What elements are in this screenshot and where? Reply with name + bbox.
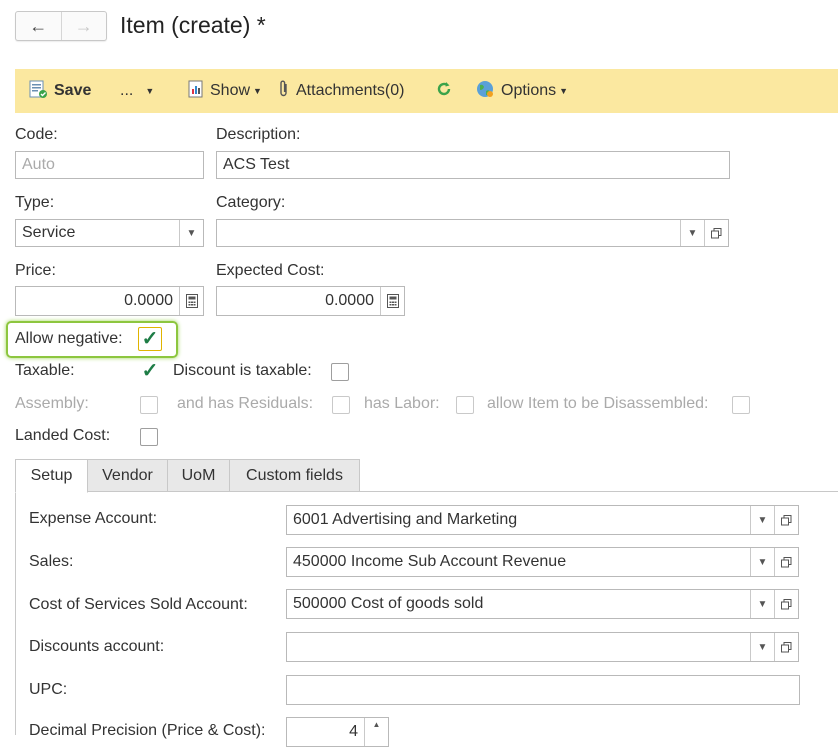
options-label: Options (501, 82, 557, 99)
expected-cost-field[interactable]: 0.0000 (216, 286, 405, 316)
more-actions-button[interactable]: ... ▼ (120, 69, 154, 113)
expected-cost-label: Expected Cost: (216, 262, 325, 279)
checkmark-icon: ✓ (141, 328, 159, 350)
report-icon (188, 80, 204, 103)
forward-arrow-icon[interactable]: → (62, 12, 107, 40)
calculator-icon[interactable] (179, 287, 203, 315)
cost-of-services-select[interactable]: 500000 Cost of goods sold ▼ (286, 589, 799, 619)
discount-taxable-checkbox[interactable] (331, 363, 349, 381)
sales-account-label: Sales: (29, 553, 74, 570)
open-lookup-icon[interactable] (704, 220, 728, 246)
description-label: Description: (216, 126, 301, 143)
open-lookup-icon[interactable] (774, 506, 798, 534)
discounts-account-label: Discounts account: (29, 638, 165, 655)
allow-disassembled-checkbox (732, 396, 750, 414)
code-placeholder: Auto (22, 156, 55, 173)
dropdown-arrow-icon[interactable]: ▼ (179, 220, 203, 246)
description-value: ACS Test (223, 156, 290, 173)
dropdown-arrow-icon[interactable]: ▼ (750, 633, 774, 661)
save-button[interactable]: Save (28, 69, 91, 113)
dropdown-arrow-icon[interactable]: ▼ (680, 220, 704, 246)
type-value: Service (22, 224, 76, 241)
show-menu-button[interactable]: Show ▼ (188, 69, 262, 113)
code-label: Code: (15, 126, 58, 143)
taxable-checkbox[interactable]: ✓ (141, 360, 159, 382)
landed-cost-label: Landed Cost: (15, 427, 111, 444)
open-lookup-icon[interactable] (774, 548, 798, 576)
spin-up-icon[interactable]: ▲ (364, 718, 388, 746)
expense-account-select[interactable]: 6001 Advertising and Marketing ▼ (286, 505, 799, 535)
attachments-label: Attachments(0) (296, 82, 405, 99)
checkmark-icon: ✓ (141, 360, 159, 382)
refresh-button[interactable] (435, 69, 453, 113)
open-lookup-icon[interactable] (774, 590, 798, 618)
tab-setup[interactable]: Setup (15, 459, 88, 493)
decimal-precision-label: Decimal Precision (Price & Cost): (29, 722, 266, 739)
upc-field[interactable] (286, 675, 800, 705)
open-lookup-icon[interactable] (774, 633, 798, 661)
caret-down-icon: ▼ (559, 86, 569, 96)
discount-taxable-label: Discount is taxable: (173, 362, 312, 379)
expense-account-label: Expense Account: (29, 510, 158, 527)
has-labor-label: has Labor: (364, 395, 440, 412)
price-field[interactable]: 0.0000 (15, 286, 204, 316)
cost-of-services-value: 500000 Cost of goods sold (293, 595, 484, 612)
caret-down-icon: ▼ (145, 86, 155, 96)
dropdown-arrow-icon[interactable]: ▼ (750, 506, 774, 534)
taxable-label: Taxable: (15, 362, 75, 379)
assembly-label: Assembly: (15, 395, 89, 412)
save-icon (28, 79, 48, 104)
assembly-checkbox (140, 396, 158, 414)
has-labor-checkbox (456, 396, 474, 414)
attachments-button[interactable]: Attachments(0) (278, 69, 404, 113)
category-select[interactable]: ▼ (216, 219, 729, 247)
calculator-icon[interactable] (380, 287, 404, 315)
landed-cost-checkbox[interactable] (140, 428, 158, 446)
dropdown-arrow-icon[interactable]: ▼ (750, 590, 774, 618)
page-title: Item (create) * (120, 12, 266, 38)
allow-negative-checkbox[interactable]: ✓ (138, 327, 162, 351)
sales-account-value: 450000 Income Sub Account Revenue (293, 553, 567, 570)
allow-disassembled-label: allow Item to be Disassembled: (487, 395, 709, 412)
cost-of-services-label: Cost of Services Sold Account: (29, 596, 248, 613)
globe-icon (475, 79, 495, 104)
caret-down-icon: ▼ (253, 86, 262, 96)
more-label: ... (120, 82, 134, 99)
toolbar: Save ... ▼ Show ▼ Attachments(0) Options… (15, 69, 838, 113)
type-label: Type: (15, 194, 55, 211)
decimal-precision-stepper[interactable]: 4 ▲ (286, 717, 389, 747)
price-label: Price: (15, 262, 56, 279)
history-nav: ← → (15, 11, 107, 41)
type-select[interactable]: Service ▼ (15, 219, 204, 247)
price-value: 0.0000 (124, 292, 173, 309)
code-field[interactable]: Auto (15, 151, 204, 179)
paperclip-icon (278, 80, 290, 103)
has-residuals-checkbox (332, 396, 350, 414)
dropdown-arrow-icon[interactable]: ▼ (750, 548, 774, 576)
options-menu-button[interactable]: Options ▼ (475, 69, 568, 113)
back-arrow-icon[interactable]: ← (16, 12, 62, 40)
sales-account-select[interactable]: 450000 Income Sub Account Revenue ▼ (286, 547, 799, 577)
show-label: Show (210, 82, 251, 99)
decimal-precision-value: 4 (349, 723, 358, 740)
panel-border (15, 491, 16, 735)
save-label: Save (54, 82, 92, 99)
upc-label: UPC: (29, 681, 68, 698)
refresh-icon (435, 80, 453, 103)
discounts-account-select[interactable]: ▼ (286, 632, 799, 662)
description-field[interactable]: ACS Test (216, 151, 730, 179)
category-label: Category: (216, 194, 286, 211)
expected-cost-value: 0.0000 (325, 292, 374, 309)
allow-negative-label: Allow negative: (15, 330, 123, 347)
expense-account-value: 6001 Advertising and Marketing (293, 511, 518, 528)
tab-custom-fields[interactable]: Custom fields (229, 459, 360, 492)
tab-vendor[interactable]: Vendor (87, 459, 168, 492)
tab-uom[interactable]: UoM (167, 459, 230, 492)
has-residuals-label: and has Residuals: (177, 395, 314, 412)
